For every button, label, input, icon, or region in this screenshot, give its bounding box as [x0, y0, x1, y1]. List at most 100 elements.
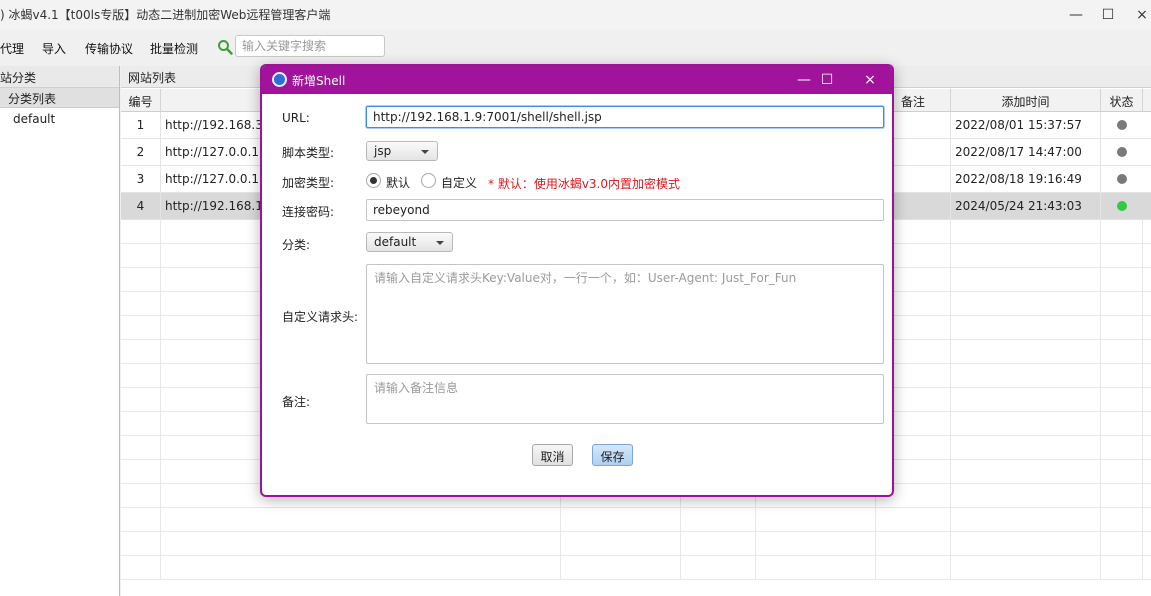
row-id: 2 [121, 139, 161, 166]
menu-import[interactable]: 导入 [42, 40, 66, 57]
encrypt-default-radio[interactable] [366, 173, 381, 188]
empty-table-cell [1101, 364, 1143, 388]
empty-table-cell [121, 412, 161, 436]
cancel-button[interactable]: 取消 [532, 444, 573, 466]
row-added-time: 2022/08/18 19:16:49 [951, 166, 1101, 193]
empty-table-cell [121, 436, 161, 460]
category-label: 分类: [282, 238, 311, 252]
empty-table-cell [1101, 436, 1143, 460]
status-dot-online [1117, 201, 1127, 211]
empty-table-cell [756, 532, 876, 556]
empty-table-cell [876, 556, 951, 580]
custom-headers-label: 自定义请求头: [282, 310, 359, 324]
custom-headers-textarea[interactable]: 请输入自定义请求头Key:Value对，一行一个，如：User-Agent: J… [366, 264, 884, 364]
save-button[interactable]: 保存 [592, 444, 633, 466]
empty-table-cell [951, 484, 1101, 508]
empty-table-cell [951, 316, 1101, 340]
close-button[interactable]: × [1120, 0, 1151, 30]
empty-table-cell [951, 340, 1101, 364]
status-dot-offline [1117, 120, 1127, 130]
empty-table-cell [1101, 220, 1143, 244]
search-icon[interactable] [217, 39, 233, 55]
category-item-default[interactable]: default [0, 108, 119, 128]
status-dot-offline [1117, 174, 1127, 184]
script-type-label: 脚本类型: [282, 146, 335, 160]
chevron-down-icon [421, 150, 429, 154]
category-select[interactable]: default [366, 232, 453, 252]
empty-table-cell [1101, 292, 1143, 316]
empty-table-cell [121, 220, 161, 244]
script-type-select[interactable]: jsp [366, 141, 438, 161]
chevron-down-icon [436, 241, 444, 245]
empty-table-cell [121, 484, 161, 508]
app-logo-icon [272, 72, 287, 87]
empty-table-cell [951, 412, 1101, 436]
row-id: 4 [121, 193, 161, 220]
row-added-time: 2022/08/01 15:37:57 [951, 112, 1101, 139]
empty-table-cell [1101, 244, 1143, 268]
encrypt-custom-radio[interactable] [421, 173, 436, 188]
empty-table-cell [1101, 340, 1143, 364]
row-added-time: 2022/08/17 14:47:00 [951, 139, 1101, 166]
password-label: 连接密码: [282, 205, 335, 219]
empty-table-cell [161, 508, 561, 532]
new-shell-dialog: 新增Shell — ☐ × URL: http://192.168.1.9:70… [260, 64, 894, 497]
column-status[interactable]: 状态 [1101, 89, 1143, 112]
remark-label: 备注: [282, 395, 311, 409]
empty-table-cell [1101, 508, 1143, 532]
empty-table-cell [121, 388, 161, 412]
dialog-close-button[interactable]: × [848, 66, 892, 94]
encrypt-custom-label[interactable]: 自定义 [441, 174, 477, 191]
column-added-time[interactable]: 添加时间 [951, 89, 1101, 112]
empty-table-cell [951, 436, 1101, 460]
search-input[interactable] [235, 35, 385, 57]
empty-table-cell [161, 556, 561, 580]
dialog-maximize-button[interactable]: ☐ [805, 66, 849, 94]
empty-table-cell [756, 508, 876, 532]
empty-table-cell [1101, 532, 1143, 556]
url-input[interactable]: http://192.168.1.9:7001/shell/shell.jsp [366, 106, 884, 128]
script-type-value: jsp [374, 144, 392, 158]
column-id[interactable]: 编号 [121, 89, 161, 112]
empty-table-cell [121, 364, 161, 388]
url-label: URL: [282, 111, 310, 125]
empty-table-cell [561, 508, 681, 532]
category-panel-header: 站分类 [0, 66, 119, 88]
empty-table-cell [681, 556, 756, 580]
empty-table-cell [1101, 556, 1143, 580]
empty-table-cell [1101, 460, 1143, 484]
empty-table-cell [121, 460, 161, 484]
empty-table-cell [951, 388, 1101, 412]
empty-table-cell [756, 556, 876, 580]
empty-table-cell [951, 220, 1101, 244]
empty-table-cell [1101, 412, 1143, 436]
menu-batch-check[interactable]: 批量检测 [150, 40, 198, 57]
row-added-time: 2024/05/24 21:43:03 [951, 193, 1101, 220]
status-dot-offline [1117, 147, 1127, 157]
empty-table-cell [951, 508, 1101, 532]
encrypt-default-label[interactable]: 默认 [386, 174, 410, 191]
row-id: 1 [121, 112, 161, 139]
encrypt-hint: * 默认：使用冰蝎v3.0内置加密模式 [488, 177, 681, 191]
password-input[interactable]: rebeyond [366, 199, 884, 221]
empty-table-row [121, 556, 1151, 580]
empty-table-cell [681, 508, 756, 532]
empty-table-cell [681, 532, 756, 556]
dialog-title: 新增Shell [292, 74, 346, 88]
app-title: ) 冰蝎v4.1【t00ls专版】动态二进制加密Web远程管理客户端 [0, 8, 331, 22]
category-value: default [374, 235, 417, 249]
empty-table-cell [121, 316, 161, 340]
empty-table-cell [1101, 388, 1143, 412]
empty-table-cell [121, 268, 161, 292]
empty-table-row [121, 532, 1151, 556]
category-list-header: 分类列表 [0, 88, 119, 108]
menu-proxy[interactable]: 代理 [0, 40, 24, 57]
menu-protocol[interactable]: 传输协议 [85, 40, 133, 57]
encrypt-type-label: 加密类型: [282, 176, 335, 190]
remark-textarea[interactable]: 请输入备注信息 [366, 374, 884, 424]
empty-table-cell [951, 556, 1101, 580]
empty-table-cell [121, 292, 161, 316]
empty-table-cell [951, 268, 1101, 292]
menu-bar: 代理 导入 传输协议 批量检测 [0, 34, 1151, 62]
empty-table-cell [161, 532, 561, 556]
